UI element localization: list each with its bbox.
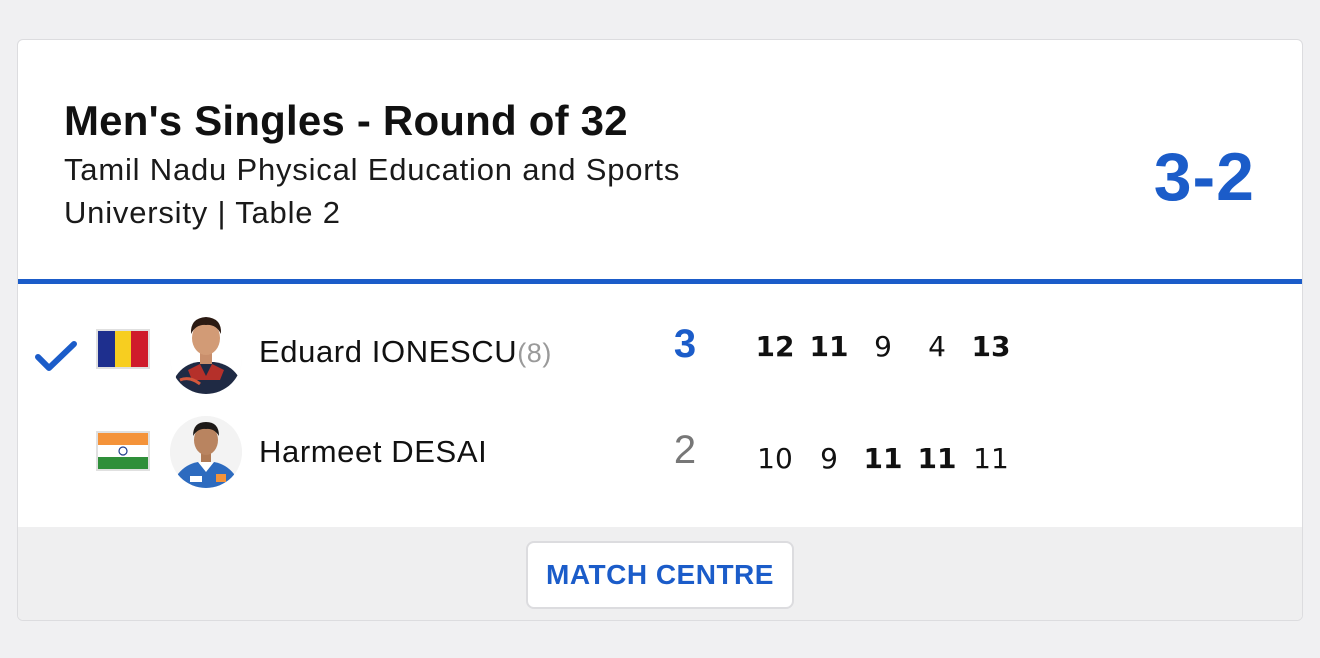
player-row: Harmeet DESAI 2 10 9 11 11 11 bbox=[18, 410, 1302, 510]
player-name: Harmeet DESAI bbox=[259, 434, 487, 470]
set-score: 12 bbox=[755, 330, 795, 363]
set-score: 4 bbox=[928, 330, 946, 363]
match-title: Men's Singles - Round of 32 bbox=[64, 97, 628, 144]
player-avatar bbox=[170, 416, 242, 488]
player-row: Eduard IONESCU(8) 3 12 11 9 4 13 bbox=[18, 306, 1302, 406]
player-name-text: Harmeet DESAI bbox=[259, 434, 488, 469]
set-score: 9 bbox=[874, 330, 892, 363]
winner-check-icon bbox=[35, 341, 77, 371]
overall-score: 3-2 bbox=[1153, 139, 1255, 215]
set-score: 11 bbox=[809, 330, 849, 363]
player-name-text: Eduard IONESCU bbox=[259, 334, 518, 369]
set-score: 11 bbox=[863, 442, 903, 475]
india-flag-icon bbox=[96, 431, 150, 471]
games-won: 2 bbox=[673, 428, 697, 472]
match-header: Men's Singles - Round of 32 Tamil Nadu P… bbox=[18, 40, 1302, 280]
player-seed: (8) bbox=[517, 338, 553, 368]
match-card: Men's Singles - Round of 32 Tamil Nadu P… bbox=[17, 39, 1303, 621]
set-score: 11 bbox=[917, 442, 957, 475]
romania-flag-icon bbox=[96, 329, 150, 369]
players-list: Eduard IONESCU(8) 3 12 11 9 4 13 Harmeet… bbox=[18, 284, 1302, 527]
match-centre-button[interactable]: MATCH CENTRE bbox=[526, 541, 794, 609]
player-name: Eduard IONESCU(8) bbox=[259, 334, 552, 370]
set-score: 9 bbox=[820, 442, 838, 475]
set-score: 13 bbox=[971, 330, 1011, 363]
games-won: 3 bbox=[673, 322, 697, 366]
match-venue: Tamil Nadu Physical Education and Sports… bbox=[64, 152, 681, 230]
player-avatar bbox=[170, 310, 242, 394]
card-footer: MATCH CENTRE bbox=[18, 527, 1302, 620]
set-scores: 10 9 11 11 11 bbox=[748, 442, 1018, 475]
set-scores: 12 11 9 4 13 bbox=[748, 330, 1018, 363]
set-score: 10 bbox=[757, 442, 793, 475]
set-score: 11 bbox=[973, 442, 1009, 475]
